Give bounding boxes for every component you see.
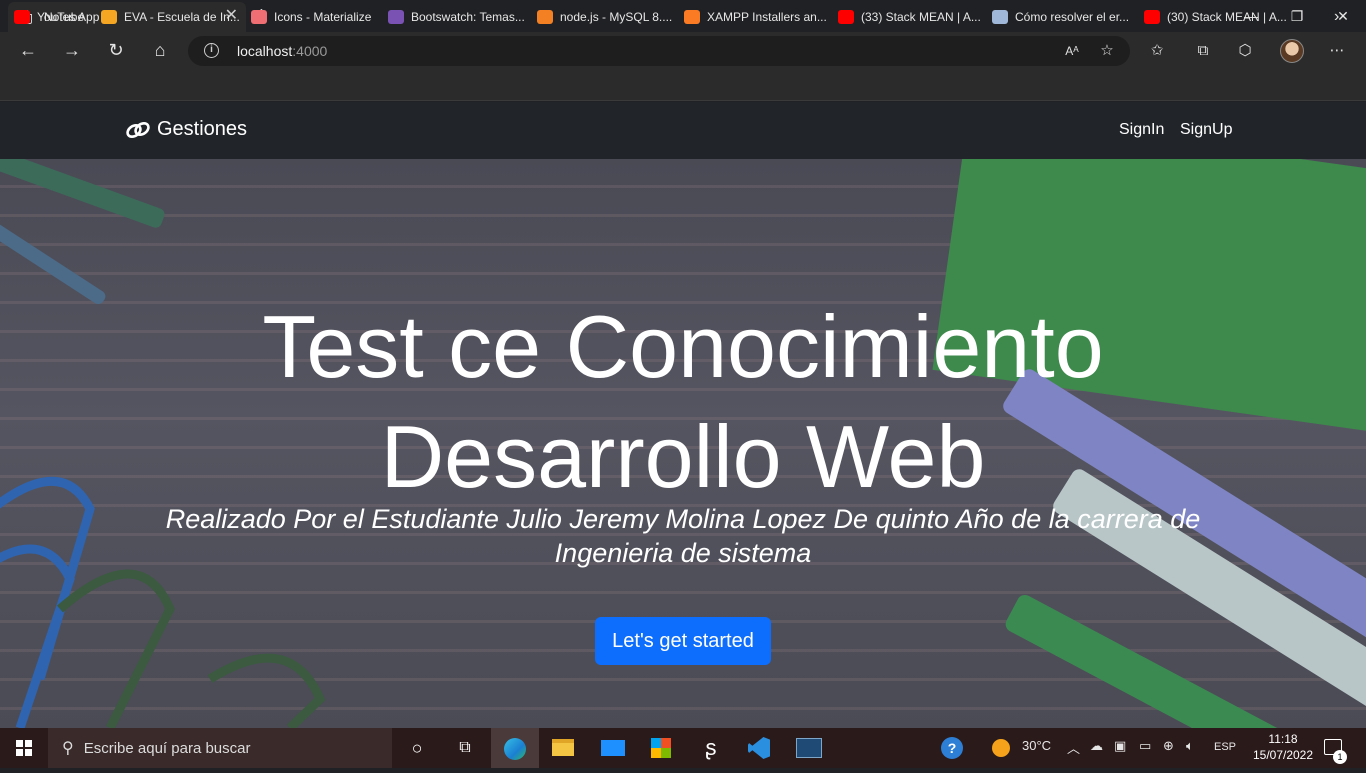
- task-view-icon[interactable]: ⧉: [441, 728, 489, 768]
- hero-subtitle: Realizado Por el Estudiante Julio Jeremy…: [165, 504, 1201, 568]
- hero-section: Test ce Conocimiento Desarrollo Web Reali…: [0, 159, 1366, 728]
- battery-icon[interactable]: ▭: [1139, 738, 1151, 754]
- home-icon[interactable]: ⌂: [149, 40, 171, 60]
- stackoverflow-icon: [537, 10, 553, 24]
- start-button[interactable]: [0, 728, 48, 768]
- refresh-icon[interactable]: ↻: [105, 40, 127, 60]
- get-started-button[interactable]: Let's get started: [595, 617, 771, 665]
- hero-title: Test ce Conocimiento Desarrollo Web: [262, 297, 1104, 506]
- extensions-icon[interactable]: ⬡: [1234, 42, 1256, 60]
- search-placeholder: Escribe aquí para buscar: [83, 739, 251, 757]
- bookmarks-bar: [0, 68, 1366, 101]
- bookmark-youtube[interactable]: YouTube: [14, 8, 84, 26]
- show-hidden-icons-chevron-icon[interactable]: ︿: [1067, 738, 1080, 757]
- more-icon[interactable]: ⋯: [1326, 42, 1348, 60]
- volume-icon[interactable]: 🔈︎: [1186, 738, 1194, 754]
- edge-taskbar-icon[interactable]: [491, 728, 539, 768]
- website-icon: [992, 10, 1008, 24]
- collections-icon[interactable]: ⧉: [1192, 42, 1214, 60]
- youtube-icon: [838, 10, 854, 24]
- bookmark-materialize[interactable]: Icons - Materialize: [251, 8, 371, 26]
- signup-link[interactable]: SignUp: [1180, 121, 1232, 139]
- close-window-icon[interactable]: ✕: [1320, 0, 1366, 32]
- youtube-icon: [14, 10, 30, 24]
- eva-icon: [101, 10, 117, 24]
- materialize-icon: [251, 10, 267, 24]
- cortana-icon[interactable]: ○: [393, 728, 441, 768]
- brand-title: Gestiones: [157, 118, 248, 140]
- app-s-icon[interactable]: ʂ: [687, 728, 735, 768]
- bookmark-stack-mean-30[interactable]: (30) Stack MEAN | A...: [1144, 8, 1287, 26]
- weather-temperature[interactable]: 30°C: [1022, 738, 1051, 753]
- vscode-icon[interactable]: [735, 728, 783, 768]
- profile-avatar[interactable]: [1280, 39, 1304, 63]
- favorites-icon[interactable]: ✩: [1146, 42, 1168, 60]
- store-icon[interactable]: [637, 728, 685, 768]
- youtube-icon: [1144, 10, 1160, 24]
- address-bar[interactable]: i localhost:4000: [188, 36, 1130, 66]
- search-icon: ⚲: [62, 740, 74, 757]
- bookmark-xampp[interactable]: XAMPP Installers an...: [684, 8, 827, 26]
- weather-sun-icon[interactable]: [992, 739, 1010, 757]
- clock-date: 15/07/2022: [1252, 748, 1314, 762]
- taskbar-search[interactable]: ⚲ Escribe aquí para buscar: [48, 728, 392, 768]
- read-aloud-icon[interactable]: Aᴬ: [1061, 42, 1083, 60]
- onedrive-icon[interactable]: ☁: [1090, 738, 1103, 754]
- network-globe-icon[interactable]: ⊕: [1163, 738, 1174, 754]
- link-icon: [126, 121, 150, 138]
- signin-link[interactable]: SignIn: [1119, 121, 1164, 139]
- clock[interactable]: 11:18 15/07/2022: [1246, 731, 1320, 763]
- brand-link[interactable]: Gestiones: [125, 118, 247, 141]
- xampp-icon: [684, 10, 700, 24]
- bookmark-bootswatch[interactable]: Bootswatch: Temas...: [388, 8, 525, 26]
- forward-icon[interactable]: →: [61, 40, 83, 60]
- clock-time: 11:18: [1268, 732, 1298, 746]
- language-indicator[interactable]: ESP: [1214, 741, 1236, 753]
- file-explorer-icon[interactable]: [539, 728, 587, 768]
- bookmark-como-resolver[interactable]: Cómo resolver el er...: [992, 8, 1129, 26]
- bookmark-eva[interactable]: EVA - Escuela de In...: [101, 8, 240, 26]
- site-info-icon[interactable]: i: [204, 43, 219, 58]
- bookmark-nodejs-mysql[interactable]: node.js - MySQL 8....: [537, 8, 672, 26]
- back-icon[interactable]: ←: [17, 40, 39, 60]
- help-icon[interactable]: ?: [928, 728, 976, 768]
- url-text[interactable]: localhost:4000: [237, 43, 327, 59]
- add-favorite-icon[interactable]: ☆: [1096, 42, 1118, 60]
- mail-icon[interactable]: [589, 728, 637, 768]
- notification-count-badge: 1: [1333, 750, 1347, 764]
- bookmark-stack-mean-33[interactable]: (33) Stack MEAN | A...: [838, 8, 981, 26]
- bookmarks-overflow-chevron-icon[interactable]: ›: [1334, 8, 1339, 26]
- windows-logo-icon: [16, 740, 32, 756]
- device-icon[interactable]: ▣: [1114, 738, 1126, 754]
- mysql-workbench-icon[interactable]: [785, 728, 833, 768]
- bootswatch-icon: [388, 10, 404, 24]
